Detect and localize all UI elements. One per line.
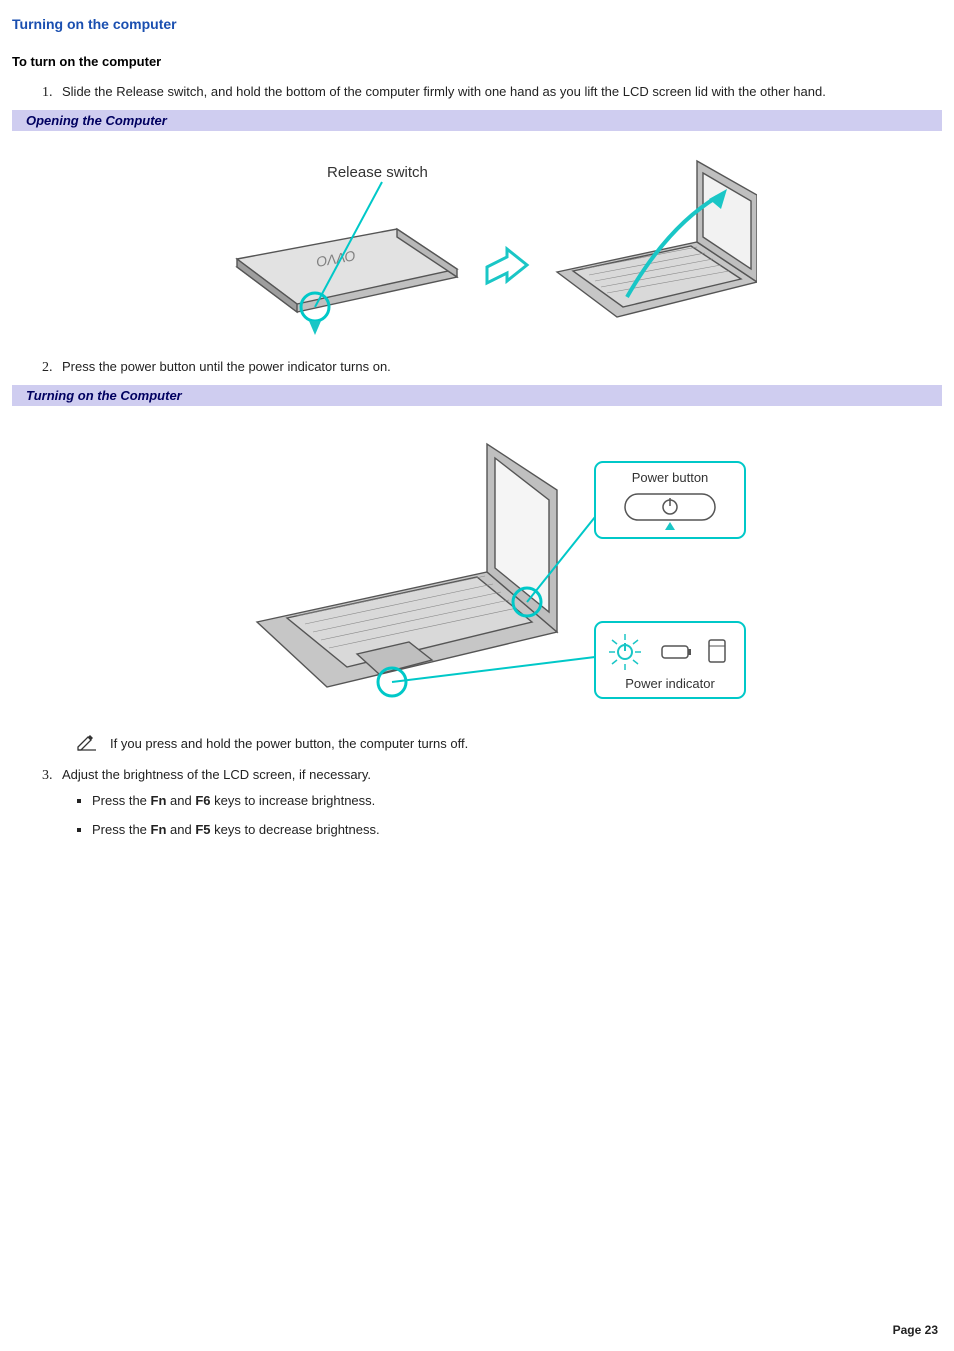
label-power-indicator: Power indicator: [625, 676, 715, 691]
step-1-text: Slide the Release switch, and hold the b…: [62, 84, 826, 99]
page-number: Page 23: [893, 1323, 938, 1337]
label-release-switch: Release switch: [327, 164, 428, 181]
note-text: If you press and hold the power button, …: [110, 736, 468, 751]
label-power-button: Power button: [632, 470, 709, 485]
step-3: Adjust the brightness of the LCD screen,…: [56, 766, 942, 785]
figure-turning-on-computer: Power button: [12, 412, 942, 715]
step-2-text: Press the power button until the power i…: [62, 359, 391, 374]
figure-opening-computer: ΟΛΛΟ Release switch: [12, 137, 942, 340]
figure-bar-opening: Opening the Computer: [12, 110, 942, 131]
note-line: If you press and hold the power button, …: [76, 733, 942, 754]
step-1: Slide the Release switch, and hold the b…: [56, 83, 942, 102]
step-3-text: Adjust the brightness of the LCD screen,…: [62, 767, 371, 782]
bullet-decrease-brightness: Press the Fn and F5 keys to decrease bri…: [92, 822, 942, 837]
step-2: Press the power button until the power i…: [56, 358, 942, 377]
note-pencil-icon: [76, 733, 98, 754]
subheading: To turn on the computer: [12, 54, 942, 69]
section-title: Turning on the computer: [12, 16, 942, 32]
bullet-increase-brightness: Press the Fn and F6 keys to increase bri…: [92, 793, 942, 808]
figure-bar-turning-on: Turning on the Computer: [12, 385, 942, 406]
